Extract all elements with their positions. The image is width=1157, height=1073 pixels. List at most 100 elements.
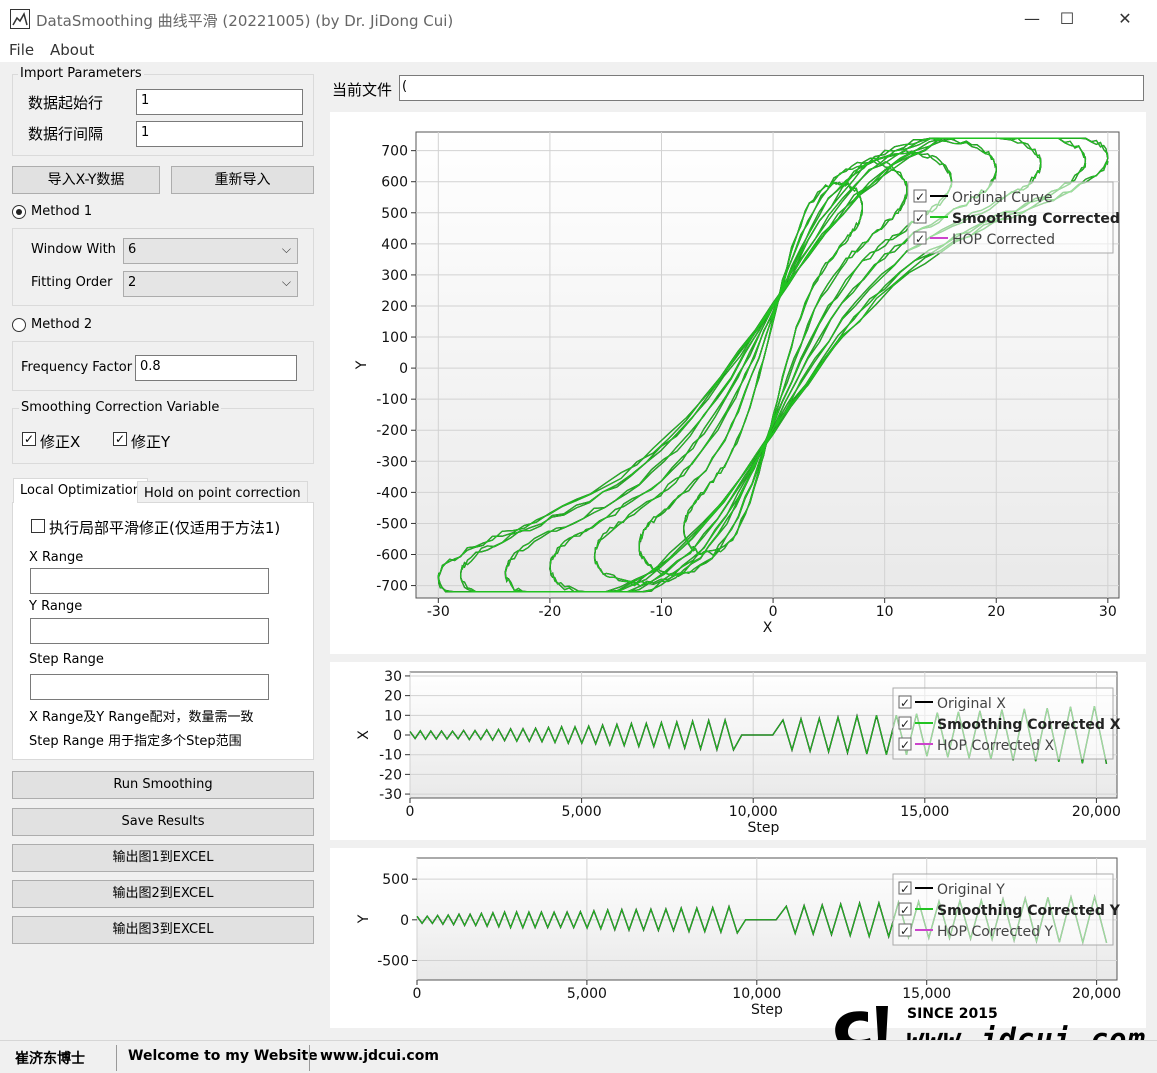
run-smoothing-button[interactable]: Run Smoothing xyxy=(12,771,314,799)
status-bar: 崔济东博士 Welcome to my Website www.jdcui.co… xyxy=(0,1040,1157,1073)
close-button[interactable]: ✕ xyxy=(1100,0,1150,38)
window-width-select[interactable]: 6 ⌵ xyxy=(123,238,298,264)
local-smoothing-label: 执行局部平滑修正(仅适用于方法1) xyxy=(49,519,281,537)
method1-radio[interactable] xyxy=(12,205,26,219)
x-tick-label: 0 xyxy=(406,804,415,820)
x-range-label: X Range xyxy=(29,550,84,565)
y-tick-label: -500 xyxy=(377,953,409,969)
y-tick-label: 0 xyxy=(400,913,409,929)
method1-label[interactable]: Method 1 xyxy=(31,204,92,219)
method2-label[interactable]: Method 2 xyxy=(31,317,92,332)
frequency-factor-label: Frequency Factor xyxy=(21,360,133,375)
window-width-value: 6 xyxy=(128,242,137,257)
x-tick-label: 0 xyxy=(413,986,422,1002)
legend-label: HOP Corrected xyxy=(952,232,1055,248)
y-tick-label: 200 xyxy=(381,299,408,315)
y-tick-label: -10 xyxy=(379,748,402,764)
current-file-label: 当前文件 xyxy=(332,81,393,99)
x-tick-label: 5,000 xyxy=(567,986,607,1002)
status-divider xyxy=(116,1045,117,1071)
start-row-input[interactable]: 1 xyxy=(136,89,303,115)
method2-radio[interactable] xyxy=(12,318,26,332)
legend-label: HOP Corrected X xyxy=(937,738,1054,754)
y-range-input[interactable] xyxy=(30,618,269,644)
y-axis-label: Y xyxy=(354,360,370,370)
legend-label: Original Y xyxy=(937,882,1005,898)
row-interval-label: 数据行间隔 xyxy=(28,125,104,143)
export-chart2-button[interactable]: 输出图2到EXCEL xyxy=(12,880,314,908)
status-url[interactable]: www.jdcui.com xyxy=(320,1048,439,1064)
check-icon: ✓ xyxy=(915,211,925,225)
legend-label: Smoothing Corrected xyxy=(952,211,1120,227)
legend-label: Smoothing Corrected X xyxy=(937,717,1121,733)
chevron-down-icon: ⌵ xyxy=(281,275,291,289)
x-tick-label: 15,000 xyxy=(900,804,949,820)
window-width-label: Window With xyxy=(31,242,116,257)
check-icon: ✓ xyxy=(900,717,910,731)
status-welcome[interactable]: Welcome to my Website xyxy=(128,1048,318,1064)
fitting-order-label: Fitting Order xyxy=(31,275,113,290)
y-tick-label: 400 xyxy=(381,237,408,253)
x-tick-label: -10 xyxy=(650,604,673,620)
step-range-input[interactable] xyxy=(30,674,269,700)
x-axis-label: Step xyxy=(748,820,780,836)
y-tick-label: 500 xyxy=(382,872,409,888)
frequency-factor-input[interactable]: 0.8 xyxy=(135,355,297,381)
legend-label: HOP Corrected Y xyxy=(937,924,1053,940)
fitting-order-select[interactable]: 2 ⌵ xyxy=(123,271,298,297)
correct-y-checkbox[interactable]: ✓ xyxy=(113,432,127,446)
x-range-input[interactable] xyxy=(30,568,269,594)
step-range-label: Step Range xyxy=(29,652,104,667)
local-smoothing-checkbox[interactable] xyxy=(31,519,45,533)
y-tick-label: 0 xyxy=(393,728,402,744)
check-icon: ✓ xyxy=(900,924,910,938)
check-icon: ✓ xyxy=(900,903,910,917)
x-tick-label: 30 xyxy=(1099,604,1117,620)
x-tick-label: 10,000 xyxy=(729,804,778,820)
chart-legend: ✓ Original X ✓ Smoothing Corrected X ✓ HOP Co… xyxy=(892,687,1121,760)
x-tick-label: 15,000 xyxy=(902,986,951,1002)
check-icon: ✓ xyxy=(915,190,925,204)
y-tick-label: 30 xyxy=(384,669,402,685)
menu-about[interactable]: About xyxy=(50,41,94,59)
logo-since-text: SINCE 2015 xyxy=(907,1006,998,1022)
x-tick-label: -20 xyxy=(538,604,561,620)
save-results-button[interactable]: Save Results xyxy=(12,808,314,836)
window-title: DataSmoothing 曲线平滑 (20221005) (by Dr. Ji… xyxy=(36,12,454,30)
menu-bar: File About xyxy=(0,38,1157,62)
y-step-chart: 0 5,000 10,000 15,000 20,000 500 0 -500 Step Y ✓ Or… xyxy=(330,848,1146,1028)
tab-hold-on-point[interactable]: Hold on point correction xyxy=(137,481,308,503)
check-icon: ✓ xyxy=(915,232,925,246)
x-axis-label: Step xyxy=(751,1002,783,1018)
x-tick-label: 5,000 xyxy=(562,804,602,820)
maximize-button[interactable]: ☐ xyxy=(1042,0,1092,38)
x-tick-label: 10 xyxy=(876,604,894,620)
fitting-order-value: 2 xyxy=(128,275,137,290)
hysteresis-chart: -30 -20 -10 0 10 20 307006005004003002001000-1… xyxy=(330,112,1146,654)
x-tick-label: 20,000 xyxy=(1072,804,1121,820)
export-chart1-button[interactable]: 输出图1到EXCEL xyxy=(12,844,314,872)
correct-y-label: 修正Y xyxy=(131,433,171,451)
menu-file[interactable]: File xyxy=(9,41,34,59)
y-axis-label: Y xyxy=(356,914,372,924)
legend-label: Smoothing Corrected Y xyxy=(937,903,1121,919)
range-note-1: X Range及Y Range配对，数量需一致 xyxy=(29,710,254,725)
y-axis-label: X xyxy=(356,730,372,740)
import-xy-button[interactable]: 导入X-Y数据 xyxy=(12,166,160,194)
current-file-input[interactable]: ( xyxy=(399,75,1144,101)
chart-legend: ✓ Original Curve ✓ Smoothing Corrected ✓ HOP … xyxy=(907,181,1120,254)
row-interval-input[interactable]: 1 xyxy=(136,121,303,147)
correct-x-checkbox[interactable]: ✓ xyxy=(22,432,36,446)
app-icon xyxy=(10,9,30,29)
y-tick-label: -500 xyxy=(376,516,408,532)
export-chart3-button[interactable]: 输出图3到EXCEL xyxy=(12,916,314,944)
start-row-label: 数据起始行 xyxy=(28,94,104,112)
y-tick-label: -200 xyxy=(376,423,408,439)
y-tick-label: 700 xyxy=(381,144,408,160)
y-tick-label: -300 xyxy=(376,454,408,470)
tab-local-optimization[interactable]: Local Optimization xyxy=(13,478,148,503)
reimport-button[interactable]: 重新导入 xyxy=(171,166,314,194)
y-tick-label: -20 xyxy=(379,767,402,783)
status-divider xyxy=(309,1045,310,1071)
y-tick-label: 300 xyxy=(381,268,408,284)
